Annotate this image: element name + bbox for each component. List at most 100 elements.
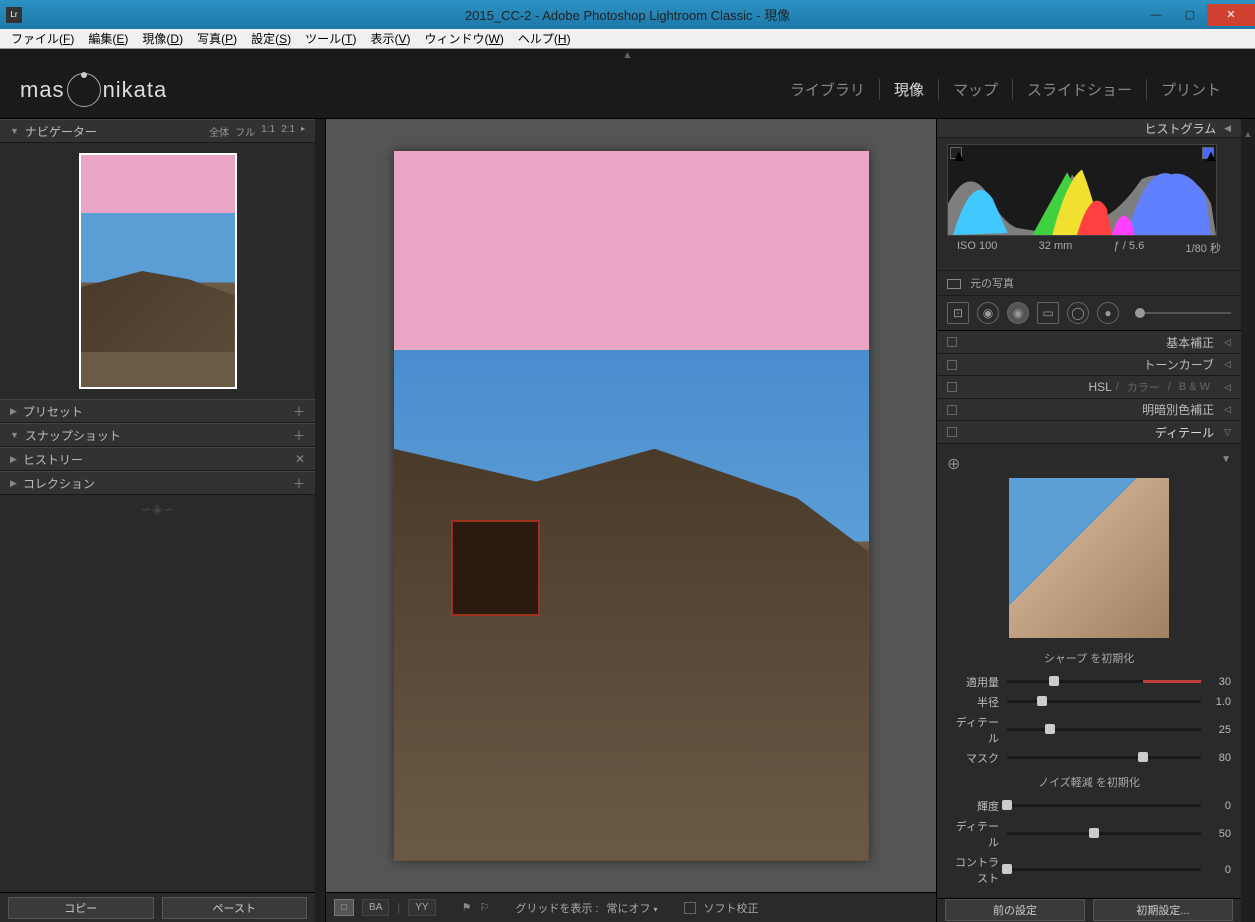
shadow-clip-indicator[interactable]: ▲ <box>950 147 962 159</box>
basic-panel-header[interactable]: 基本補正 ◁ <box>937 331 1241 354</box>
view-loupe-button[interactable]: □ <box>334 899 354 916</box>
soft-proof-checkbox[interactable] <box>684 902 696 914</box>
reset-button[interactable]: 初期設定... <box>1093 899 1233 921</box>
zoom-2to1[interactable]: 2:1 <box>281 124 295 139</box>
plus-icon[interactable]: ＋ <box>293 403 305 420</box>
scroll-up-icon[interactable]: ▲ <box>1244 125 1253 143</box>
top-panel-toggle[interactable]: ▲ <box>0 49 1255 61</box>
zoom-fit[interactable]: 全体 <box>209 124 229 139</box>
close-icon[interactable]: ✕ <box>295 452 305 466</box>
detail-panel-header[interactable]: ディテール ▽ <box>937 421 1241 444</box>
menu-help[interactable]: ヘルプ(H) <box>511 30 578 47</box>
masking-slider[interactable] <box>1007 756 1201 759</box>
plus-icon[interactable]: ＋ <box>293 475 305 492</box>
slider-radius: 半径 1.0 <box>947 692 1231 712</box>
detail-slider[interactable] <box>1007 728 1201 731</box>
module-print[interactable]: プリント <box>1147 79 1235 100</box>
chevron-left-icon: ◁ <box>1224 382 1231 393</box>
histogram-display[interactable]: ▲ ▲ <box>947 144 1217 236</box>
original-photo-row[interactable]: 元の写真 <box>937 270 1241 295</box>
chevron-left-icon: ◁ <box>1224 359 1231 370</box>
identity-plate-header: masnikata ライブラリ 現像 マップ スライドショー プリント <box>0 61 1255 119</box>
menu-window[interactable]: ウィンドウ(W) <box>418 30 511 47</box>
zoom-fill[interactable]: フル <box>235 124 255 139</box>
module-slideshow[interactable]: スライドショー <box>1013 79 1147 100</box>
panel-ornament: ∽◈∽ <box>0 499 315 519</box>
detail-zoom-preview[interactable] <box>1009 478 1169 638</box>
gradient-filter-icon[interactable]: ▭ <box>1037 302 1059 324</box>
menu-edit[interactable]: 編集(E) <box>81 30 135 47</box>
zoom-dropdown-icon[interactable]: ▸ <box>301 124 305 139</box>
navigator-preview[interactable] <box>0 143 315 399</box>
mask-slider[interactable] <box>1135 312 1231 314</box>
radius-slider[interactable] <box>1007 700 1201 703</box>
highlight-clip-indicator[interactable]: ▲ <box>1202 147 1214 159</box>
brush-tool-icon[interactable]: ● <box>1097 302 1119 324</box>
view-compare-button[interactable]: YY <box>408 899 435 916</box>
hsl-panel-header[interactable]: HSL / カラー / B & W ◁ <box>937 376 1241 399</box>
exif-info: ISO 100 32 mm ƒ / 5.6 1/80 秒 <box>947 236 1231 264</box>
noise-contrast-slider[interactable] <box>1007 868 1201 871</box>
close-button[interactable]: ✕ <box>1207 4 1255 26</box>
module-develop[interactable]: 現像 <box>880 79 939 100</box>
navigator-header[interactable]: ▼ ナビゲーター 全体 フル 1:1 2:1 ▸ <box>0 119 315 143</box>
zoom-1to1[interactable]: 1:1 <box>261 124 275 139</box>
amount-slider[interactable] <box>1007 680 1201 683</box>
collections-title: コレクション <box>23 475 95 492</box>
luminance-slider[interactable] <box>1007 804 1201 807</box>
menu-photo[interactable]: 写真(P) <box>190 30 244 47</box>
minimize-button[interactable]: — <box>1139 4 1173 26</box>
crop-tool-icon[interactable]: ⊡ <box>947 302 969 324</box>
histogram-header[interactable]: ヒストグラム ◀ <box>937 119 1241 138</box>
flag-icon[interactable]: ⚑ <box>462 901 472 914</box>
identity-plate: masnikata <box>20 73 167 107</box>
snapshots-header[interactable]: ▼ スナップショット ＋ <box>0 423 315 447</box>
panel-toggle-icon[interactable] <box>947 337 957 347</box>
module-map[interactable]: マップ <box>939 79 1013 100</box>
copy-button[interactable]: コピー <box>8 897 154 919</box>
chevron-down-icon: ▽ <box>1224 427 1231 438</box>
menu-tools[interactable]: ツール(T) <box>298 30 363 47</box>
previous-button[interactable]: 前の設定 <box>945 899 1085 921</box>
sharpen-section-title[interactable]: シャープ を初期化 <box>947 650 1231 666</box>
detail-panel-body: ⊕ ▼ シャープ を初期化 適用量 30 半径 1.0 <box>937 444 1241 898</box>
histogram-title: ヒストグラム <box>1144 120 1216 137</box>
view-before-after-button[interactable]: BA <box>362 899 389 916</box>
grid-overlay-select[interactable]: 常にオフ ▾ <box>606 900 657 916</box>
detail-target-picker-icon[interactable]: ⊕ <box>947 454 963 470</box>
detail-collapse-icon[interactable]: ▼ <box>1221 454 1231 470</box>
paste-button[interactable]: ペースト <box>162 897 308 919</box>
presets-header[interactable]: ▶ プリセット ＋ <box>0 399 315 423</box>
slider-masking: マスク 80 <box>947 748 1231 768</box>
panel-toggle-icon[interactable] <box>947 405 957 415</box>
center-view: □ BA | YY ⚑ ⚐ グリッドを表示 : 常にオフ ▾ ソフト校正 <box>326 119 936 922</box>
module-library[interactable]: ライブラリ <box>776 79 880 100</box>
radial-filter-icon[interactable]: ◯ <box>1067 302 1089 324</box>
plus-icon[interactable]: ＋ <box>293 427 305 444</box>
reject-flag-icon[interactable]: ⚐ <box>479 901 489 914</box>
spot-removal-icon[interactable]: ◉ <box>977 302 999 324</box>
right-panel-scrollbar[interactable]: ▲ <box>1241 119 1255 922</box>
menu-develop[interactable]: 現像(D) <box>135 30 190 47</box>
history-header[interactable]: ▶ ヒストリー ✕ <box>0 447 315 471</box>
noise-section-title[interactable]: ノイズ軽減 を初期化 <box>947 774 1231 790</box>
maximize-button[interactable]: ▢ <box>1173 4 1207 26</box>
main-photo <box>394 151 869 861</box>
redeye-tool-icon[interactable]: ◉ <box>1007 302 1029 324</box>
menu-view[interactable]: 表示(V) <box>364 30 418 47</box>
chevron-down-icon: ▼ <box>10 430 19 440</box>
left-panel-resizer[interactable] <box>315 119 325 922</box>
panel-toggle-icon[interactable] <box>947 427 957 437</box>
panel-toggle-icon[interactable] <box>947 382 957 392</box>
collections-header[interactable]: ▶ コレクション ＋ <box>0 471 315 495</box>
exif-aperture: ƒ / 5.6 <box>1114 240 1145 256</box>
tone-curve-panel-header[interactable]: トーンカーブ ◁ <box>937 354 1241 377</box>
split-tone-panel-header[interactable]: 明暗別色補正 ◁ <box>937 399 1241 422</box>
panel-toggle-icon[interactable] <box>947 360 957 370</box>
loupe-view[interactable] <box>326 119 936 892</box>
noise-detail-slider[interactable] <box>1007 832 1201 835</box>
menu-file[interactable]: ファイル(F) <box>4 30 81 47</box>
menu-settings[interactable]: 設定(S) <box>244 30 298 47</box>
right-panel: ヒストグラム ◀ ▲ ▲ <box>936 119 1255 922</box>
slider-contrast: コントラスト 0 <box>947 852 1231 888</box>
